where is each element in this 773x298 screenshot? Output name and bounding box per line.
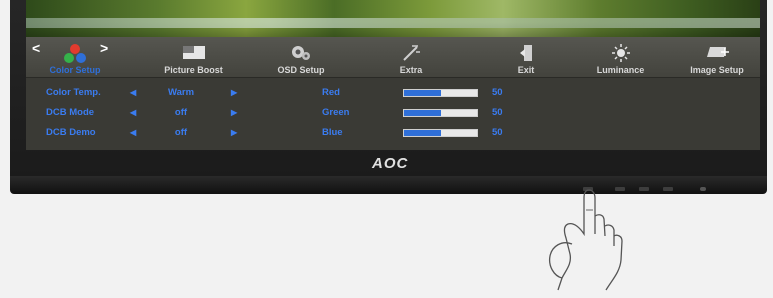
tab-label: Color Setup <box>49 65 101 75</box>
tab-label: Picture Boost <box>164 65 223 75</box>
increase-arrow-icon[interactable]: ▶ <box>231 108 237 117</box>
tab-label: Image Setup <box>690 65 744 75</box>
decrease-arrow-icon[interactable]: ◀ <box>130 108 136 117</box>
decrease-arrow-icon[interactable]: ◀ <box>130 88 136 97</box>
brand-logo: AOC <box>372 155 409 172</box>
tab-label: Luminance <box>596 65 645 75</box>
channel-label: Green <box>322 107 350 118</box>
setting-value: off <box>174 107 188 118</box>
decrease-arrow-icon[interactable]: ◀ <box>130 128 136 137</box>
increase-arrow-icon[interactable]: ▶ <box>231 88 237 97</box>
setting-row-dcb-demo[interactable]: DCB Demo ◀ off ▶ Blue 50 <box>26 127 760 145</box>
pointing-hand-icon <box>532 186 642 298</box>
green-slider[interactable] <box>403 109 478 117</box>
tab-label: OSD Setup <box>277 65 325 75</box>
monitor-screen: < > Color Setup Picture Boost OSD Setup … <box>26 0 760 150</box>
setting-label: DCB Demo <box>46 127 96 138</box>
color-setup-panel: Color Temp. ◀ Warm ▶ Red 50 DCB Mode ◀ o… <box>26 78 760 150</box>
channel-value: 50 <box>492 127 503 138</box>
channel-value: 50 <box>492 107 503 118</box>
picture-boost-icon <box>181 43 207 66</box>
power-button[interactable] <box>700 187 706 191</box>
tab-luminance[interactable]: Luminance <box>578 37 663 77</box>
tab-image-setup[interactable]: Image Setup <box>674 37 760 77</box>
tab-osd-setup[interactable]: OSD Setup <box>256 37 346 77</box>
red-slider[interactable] <box>403 89 478 97</box>
tab-exit[interactable]: Exit <box>486 37 566 77</box>
slider-fill <box>404 90 441 96</box>
hardware-button[interactable] <box>663 187 673 191</box>
blue-slider[interactable] <box>403 129 478 137</box>
osd-tab-bar: < > Color Setup Picture Boost OSD Setup … <box>26 37 760 78</box>
setting-row-color-temp[interactable]: Color Temp. ◀ Warm ▶ Red 50 <box>26 87 760 105</box>
slider-fill <box>404 110 441 116</box>
setting-value: off <box>174 127 188 138</box>
slider-fill <box>404 130 441 136</box>
setting-row-dcb-mode[interactable]: DCB Mode ◀ off ▶ Green 50 <box>26 107 760 125</box>
channel-value: 50 <box>492 87 503 98</box>
channel-label: Blue <box>322 127 343 138</box>
osd-menu: < > Color Setup Picture Boost OSD Setup … <box>26 37 760 150</box>
image-setup-icon <box>704 43 730 66</box>
monitor-bottom-bezel <box>10 176 767 194</box>
wallpaper-landscape <box>26 0 760 37</box>
channel-label: Red <box>322 87 340 98</box>
increase-arrow-icon[interactable]: ▶ <box>231 128 237 137</box>
tab-extra[interactable]: Extra <box>371 37 451 77</box>
setting-label: DCB Mode <box>46 107 95 118</box>
setting-value: Warm <box>167 87 195 98</box>
tab-label: Extra <box>399 65 423 75</box>
tab-label: Exit <box>517 65 535 75</box>
setting-label: Color Temp. <box>46 87 101 98</box>
tab-picture-boost[interactable]: Picture Boost <box>146 37 241 77</box>
tab-color-setup[interactable]: Color Setup <box>36 37 114 77</box>
